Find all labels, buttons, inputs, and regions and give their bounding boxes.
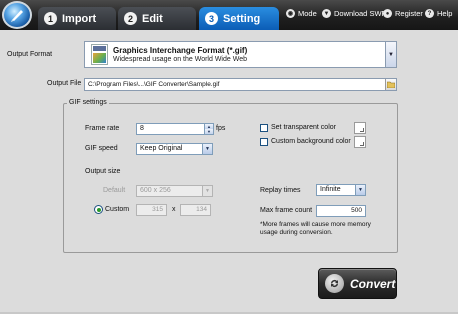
replay-times-value: Infinite — [320, 186, 341, 193]
convert-icon — [325, 274, 344, 293]
download-icon: ▼ — [322, 9, 331, 18]
transparent-color-checkbox[interactable] — [260, 124, 268, 132]
help-icon: ? — [425, 9, 434, 18]
custom-bg-color-swatch[interactable] — [354, 136, 366, 148]
format-description: Widespread usage on the World Wide Web — [113, 56, 247, 63]
gif-speed-label: GIF speed — [85, 145, 118, 152]
transparent-color-label: Set transparent color — [271, 124, 336, 131]
mode-label: Mode — [298, 9, 317, 18]
gif-settings-title: GIF settings — [67, 99, 109, 106]
output-file-field[interactable]: C:\Program Files\...\GIF Converter\Sampl… — [84, 78, 397, 91]
output-file-label: Output File — [47, 80, 82, 87]
tab-import[interactable]: 1 Import — [38, 7, 116, 30]
max-frame-count-input[interactable]: 500 — [316, 205, 366, 217]
output-format-dropdown[interactable]: Graphics Interchange Format (*.gif) Wide… — [84, 41, 397, 68]
default-size-value: 600 x 256 — [140, 187, 171, 194]
custom-bg-color-label: Custom background color — [271, 138, 351, 145]
mode-menu[interactable]: ◉ Mode — [286, 9, 317, 18]
convert-button[interactable]: Convert — [318, 268, 397, 299]
download-label: Download SWF — [334, 9, 387, 18]
output-size-label: Output size — [85, 168, 121, 175]
custom-width-input[interactable]: 315 — [136, 204, 167, 216]
help-menu[interactable]: ? Help — [425, 9, 452, 18]
replay-times-select[interactable]: Infinite ▼ — [316, 184, 366, 196]
tab-number: 1 — [44, 12, 57, 25]
gif-speed-value: Keep Original — [140, 145, 183, 152]
custom-size-radio[interactable] — [94, 205, 103, 214]
tab-number: 3 — [205, 12, 218, 25]
download-swf-menu[interactable]: ▼ Download SWF — [322, 9, 386, 18]
format-name: Graphics Interchange Format (*.gif) — [113, 46, 248, 55]
tab-setting[interactable]: 3 Setting — [199, 7, 279, 30]
tab-edit[interactable]: 2 Edit — [118, 7, 196, 30]
frame-rate-value: 8 — [140, 125, 144, 132]
app-logo-icon — [2, 1, 32, 29]
times-symbol: x — [172, 206, 176, 213]
tab-number: 2 — [124, 12, 137, 25]
custom-height-input[interactable]: 134 — [180, 204, 211, 216]
help-label: Help — [437, 9, 453, 18]
default-size-label: Default — [103, 187, 126, 194]
tab-label: Import — [62, 12, 97, 25]
chevron-down-icon: ▼ — [355, 185, 365, 195]
memory-note: *More frames will cause more memory usag… — [260, 221, 371, 236]
register-menu[interactable]: ● Register — [383, 9, 423, 18]
tab-label: Edit — [142, 12, 163, 25]
register-icon: ● — [383, 9, 392, 18]
chevron-down-icon[interactable]: ▼ — [385, 42, 396, 67]
gif-file-icon — [91, 44, 108, 65]
transparent-color-swatch[interactable] — [354, 122, 366, 134]
register-label: Register — [395, 9, 423, 18]
custom-size-label: Custom — [105, 206, 130, 213]
max-frame-count-label: Max frame count — [260, 207, 313, 214]
folder-icon[interactable] — [385, 79, 396, 90]
frame-rate-input[interactable]: 8 — [136, 123, 214, 135]
output-format-label: Output Format — [7, 51, 53, 58]
fps-label: fps — [216, 125, 226, 132]
convert-label: Convert — [350, 276, 396, 291]
replay-times-label: Replay times — [260, 187, 301, 194]
gif-speed-select[interactable]: Keep Original ▼ — [136, 143, 213, 155]
tab-label: Setting — [223, 12, 261, 25]
default-size-select[interactable]: 600 x 256 ▼ — [136, 185, 213, 197]
custom-bg-color-checkbox[interactable] — [260, 138, 268, 146]
frame-rate-stepper[interactable]: ▲ ▼ — [204, 124, 213, 134]
frame-rate-label: Frame rate — [85, 125, 120, 132]
chevron-down-icon: ▼ — [202, 186, 212, 196]
mode-icon: ◉ — [286, 9, 295, 18]
top-bar: 1 Import 2 Edit 3 Setting ◉ Mode ▼ Downl… — [0, 0, 458, 30]
chevron-down-icon: ▼ — [202, 144, 212, 154]
